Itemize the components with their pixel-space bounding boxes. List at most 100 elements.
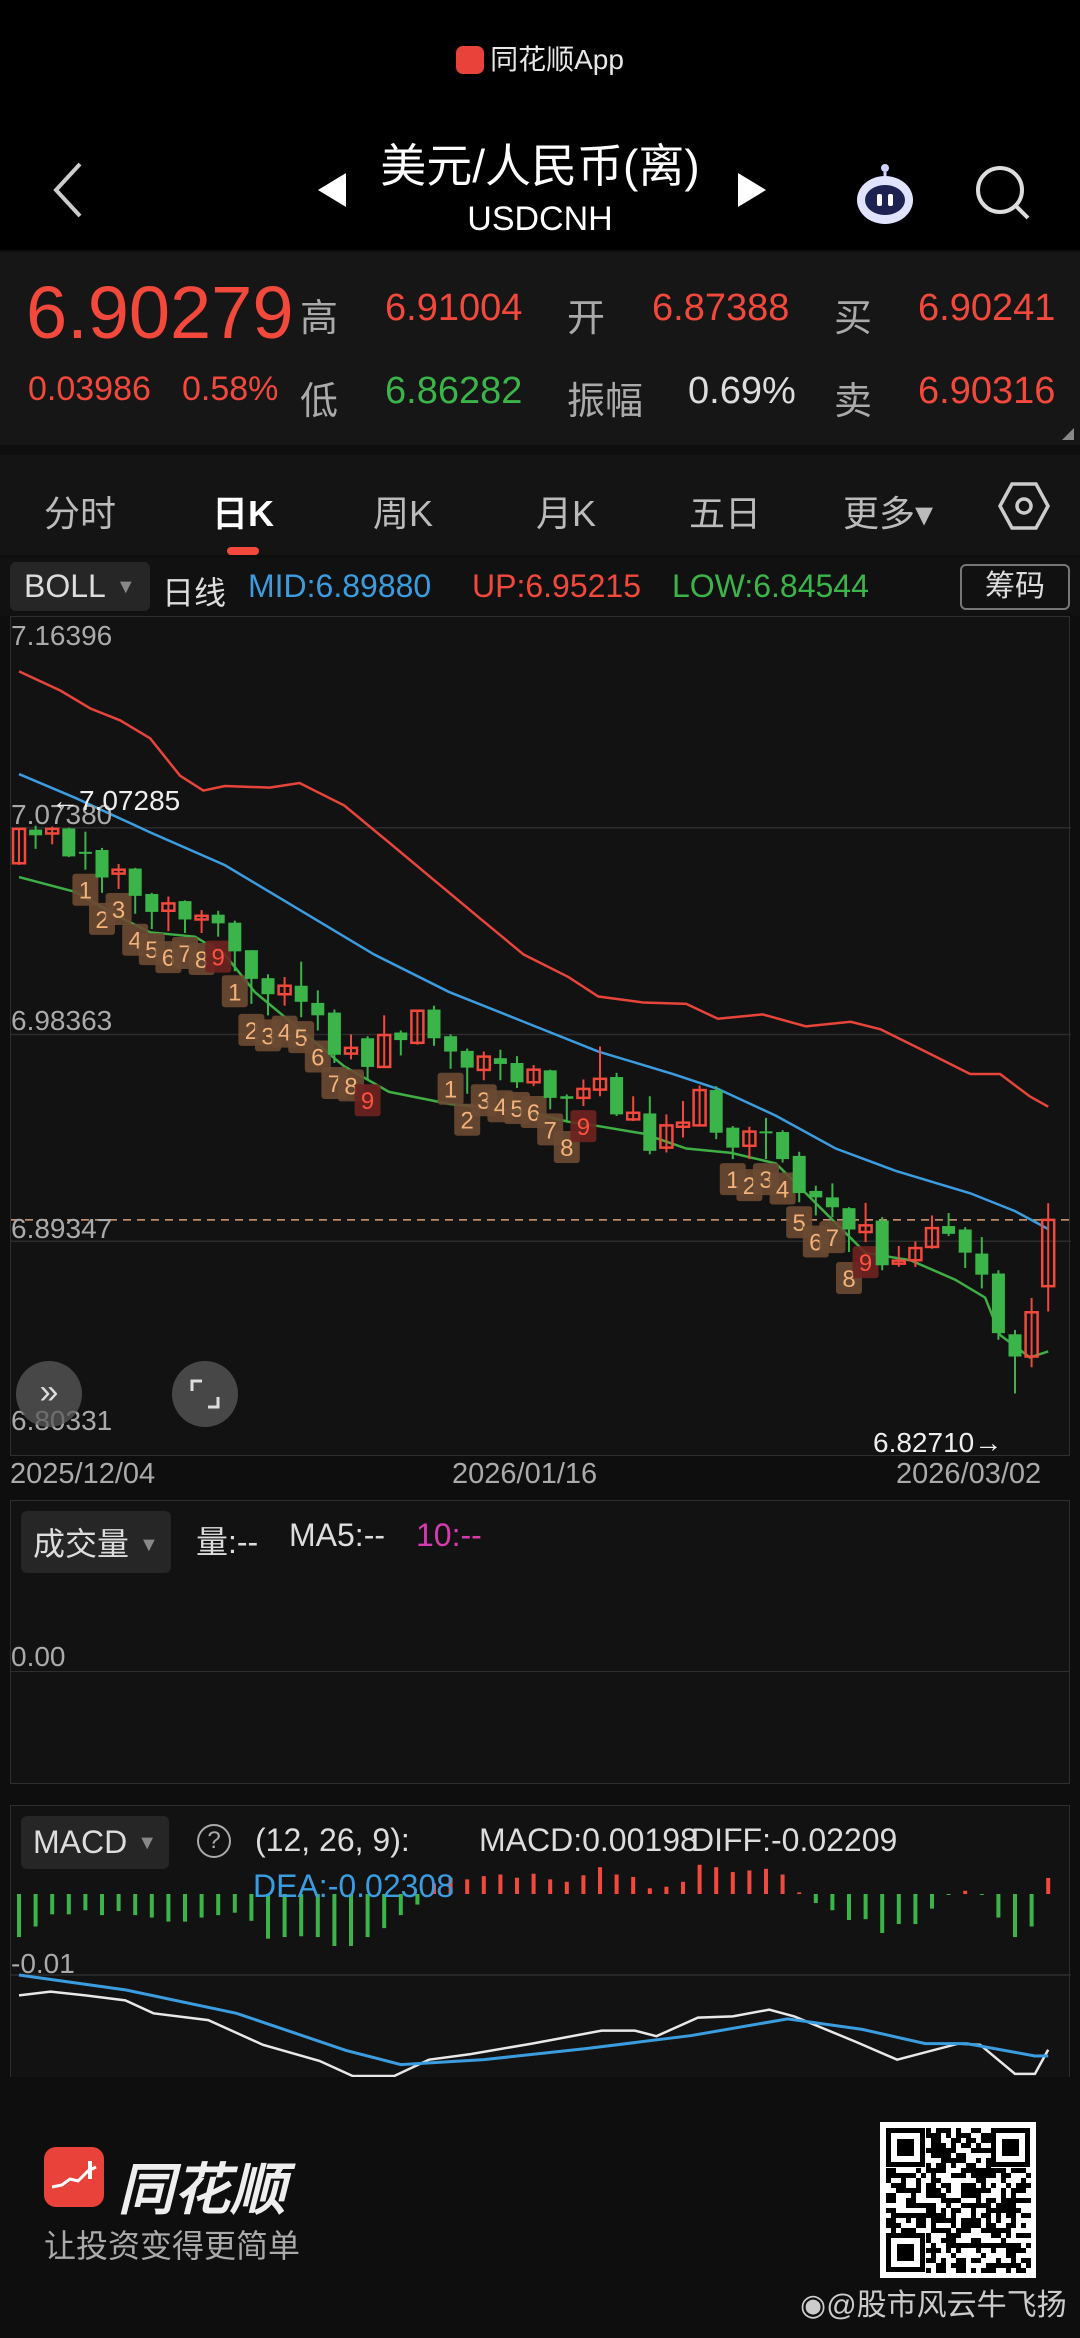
macd-indicator-select[interactable]: MACD ▼: [21, 1816, 170, 1869]
qr-module: [936, 2128, 941, 2133]
chip-distribution-button[interactable]: 筹码: [960, 564, 1070, 610]
y-tick: 6.89347: [11, 1213, 113, 1244]
macd-histogram-bar: [664, 1886, 669, 1894]
candle-body: [759, 1131, 773, 1134]
qr-module: [981, 2168, 986, 2173]
qr-module: [936, 2263, 941, 2268]
qr-module: [956, 2258, 961, 2263]
td-marker-label: 1: [228, 979, 241, 1006]
qr-module: [906, 2228, 911, 2233]
qr-module: [951, 2208, 956, 2213]
candle-body: [560, 1096, 574, 1099]
candle-body: [427, 1009, 441, 1039]
qr-module: [1021, 2183, 1026, 2188]
indicator-select[interactable]: BOLL ▼: [10, 562, 150, 611]
expand-left-button[interactable]: »: [16, 1361, 82, 1427]
candle-body: [610, 1077, 624, 1115]
qr-finder: [1002, 2139, 1019, 2156]
qr-module: [931, 2223, 936, 2228]
qr-module: [1026, 2258, 1031, 2263]
boll-upper-line: [18, 670, 1049, 1108]
macd-histogram-bar: [116, 1894, 121, 1912]
top-bar: 同花顺App 美元/人民币(离) USDCNH: [0, 0, 1080, 250]
qr-module: [906, 2198, 911, 2203]
open-value: 6.87388: [652, 287, 790, 329]
qr-module: [941, 2158, 946, 2163]
macd-histogram-bar: [896, 1894, 901, 1925]
qr-module: [941, 2213, 946, 2218]
qr-module: [966, 2163, 971, 2168]
qr-module: [971, 2128, 976, 2133]
qr-module: [971, 2163, 976, 2168]
qr-module: [991, 2228, 996, 2233]
settings-gear-icon[interactable]: [998, 480, 1050, 532]
td-marker-label: 1: [444, 1077, 457, 1104]
qr-module: [951, 2143, 956, 2148]
next-symbol-button[interactable]: [738, 173, 766, 207]
qr-module: [941, 2228, 946, 2233]
brand-name: 同花顺: [118, 2158, 286, 2221]
qr-module: [926, 2238, 931, 2243]
qr-module: [986, 2198, 991, 2203]
macd-histogram-bar: [930, 1894, 934, 1909]
qr-module: [951, 2263, 956, 2268]
qr-module: [1021, 2248, 1026, 2253]
qr-module: [946, 2243, 951, 2248]
qr-module: [976, 2243, 981, 2248]
qr-module: [971, 2183, 976, 2188]
qr-module: [926, 2168, 931, 2173]
qr-module: [936, 2213, 941, 2218]
qr-module: [921, 2223, 926, 2228]
ai-robot-icon[interactable]: [850, 160, 920, 230]
qr-module: [901, 2183, 906, 2188]
qr-module: [891, 2193, 896, 2198]
qr-module: [991, 2248, 996, 2253]
tab-monthly-k[interactable]: 月K: [536, 485, 596, 537]
tab-five-day[interactable]: 五日: [689, 485, 761, 537]
app-title-text: 同花顺App: [490, 44, 624, 75]
change-percent: 0.58%: [182, 370, 279, 408]
qr-module: [971, 2208, 976, 2213]
qr-module: [931, 2133, 936, 2138]
qr-module: [956, 2128, 961, 2133]
candle-body: [1008, 1334, 1022, 1357]
qr-code-icon: [880, 2122, 1036, 2278]
active-tab-indicator: [227, 547, 259, 555]
tab-intraday[interactable]: 分时: [44, 485, 116, 537]
qr-module: [1016, 2248, 1021, 2253]
qr-module: [981, 2148, 986, 2153]
search-icon[interactable]: [970, 160, 1036, 226]
qr-module: [1016, 2198, 1021, 2203]
volume-y-tick: 0.00: [11, 1641, 66, 1672]
qr-module: [1026, 2213, 1031, 2218]
high-value: 6.91004: [385, 287, 523, 329]
tab-more[interactable]: 更多▾: [843, 485, 933, 537]
qr-module: [931, 2193, 936, 2198]
qr-module: [1001, 2173, 1006, 2178]
qr-module: [886, 2208, 891, 2213]
y-tick-top: 7.16396: [11, 620, 113, 651]
kline-chart[interactable]: 123456789123456789123456789123456789 7.1…: [10, 616, 1071, 1458]
qr-module: [926, 2233, 931, 2238]
candle-body: [975, 1253, 989, 1275]
tab-weekly-k[interactable]: 周K: [373, 485, 433, 537]
qr-module: [956, 2138, 961, 2143]
tab-daily-k[interactable]: 日K: [212, 485, 274, 537]
qr-module: [941, 2198, 946, 2203]
volume-indicator-select[interactable]: 成交量 ▼: [21, 1511, 171, 1573]
qr-module: [1001, 2228, 1006, 2233]
fullscreen-button[interactable]: [172, 1361, 238, 1427]
qr-module: [941, 2163, 946, 2168]
qr-module: [926, 2248, 931, 2253]
qr-module: [936, 2268, 941, 2273]
expand-corner-icon[interactable]: [1062, 428, 1074, 440]
qr-module: [916, 2218, 921, 2223]
qr-module: [1016, 2208, 1021, 2213]
qr-module: [1006, 2248, 1011, 2253]
qr-module: [931, 2253, 936, 2258]
macd-histogram-bar: [1029, 1894, 1034, 1927]
candle-body: [361, 1038, 375, 1067]
qr-module: [981, 2228, 986, 2233]
qr-module: [951, 2243, 956, 2248]
help-icon[interactable]: ?: [197, 1824, 231, 1858]
